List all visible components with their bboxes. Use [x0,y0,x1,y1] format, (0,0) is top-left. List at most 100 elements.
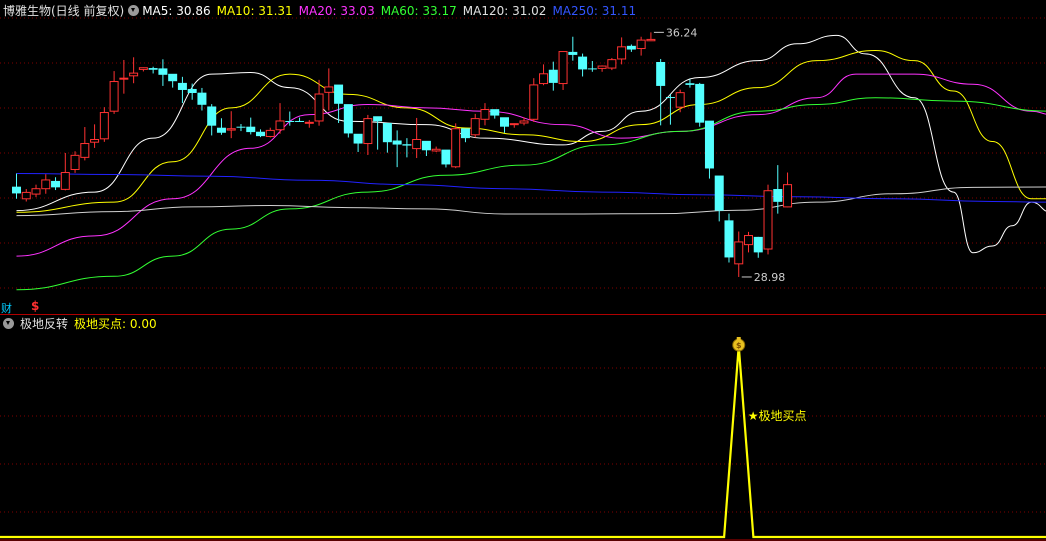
candle-body [617,46,627,60]
candle-body [500,117,509,127]
candle [763,184,773,255]
indicator-value: 极地买点: 0.00 [74,317,157,331]
ma5-line [16,34,1046,254]
indicator-line [0,345,1046,539]
candle-body [431,148,441,152]
candle-body [148,68,158,70]
candle [626,44,636,52]
candle-body [265,129,275,137]
candle-body [158,68,168,75]
dropdown-icon[interactable] [128,5,140,16]
candle-body [138,67,148,70]
stock-chart: 36.24 28.98 $ ★极地买点 [0,17,1046,541]
ma10-label: MA10: 31.31 [216,4,293,18]
candle [99,107,109,142]
candle-body [334,84,344,104]
candle-body [168,73,178,82]
candle [246,117,256,135]
candle [304,119,314,128]
candle [412,117,422,159]
candle [402,138,412,158]
candle-body [539,73,549,85]
candle [187,83,197,100]
candle-body [177,82,187,90]
candle [568,36,578,61]
candle-body [773,189,783,202]
moving-average-lines [16,34,1046,291]
candle-body [578,56,588,70]
candle [441,149,451,168]
candle [744,231,753,253]
stock-title[interactable]: 博雅生物(日线 前复权) [3,4,124,18]
ma5-label: MA5: 30.86 [142,4,211,18]
candle [21,189,31,202]
candle-body [207,106,217,126]
candle [656,58,666,126]
ma60-label: MA60: 33.17 [380,4,457,18]
candle [460,128,470,143]
ma250-label: MA250: 31.11 [552,4,637,18]
candle-body [216,127,226,133]
candle-body [587,68,597,70]
candlesticks[interactable] [12,32,793,277]
candle [617,37,627,65]
candle [548,61,558,91]
candle [724,213,734,263]
ma120-label: MA120: 31.02 [462,4,547,18]
candle-body [353,133,363,144]
candle [31,184,41,198]
candle-body [519,120,529,124]
candle [704,120,714,179]
indicator-header: 极地反转 极地买点: 0.00 [3,316,163,332]
candle-body [421,140,431,151]
finance-marker[interactable]: 财 [1,300,12,316]
candle-body [314,93,324,122]
candle [783,172,793,208]
candle-body [70,154,80,170]
candle [695,82,705,127]
candle-body [129,72,139,77]
candle [207,104,217,136]
candle [665,94,675,125]
candle-body [21,191,31,200]
candle [295,117,305,122]
candle-body [187,88,197,93]
candle [753,236,763,258]
candle [148,66,158,74]
candle-body [119,77,129,80]
candle-body [548,69,558,83]
candle [646,32,656,42]
candle [334,84,344,123]
candle [236,124,246,132]
candle [138,67,148,72]
candle-body [665,97,675,99]
dividend-marker-icon[interactable]: $ [31,299,39,313]
signal-label: ★极地买点 [748,409,807,423]
indicator-name[interactable]: 极地反转 [20,317,68,331]
candle [597,65,607,72]
candle-body [636,39,646,50]
candle-body [412,139,422,150]
candle [480,103,490,126]
candle [226,111,236,139]
candle [129,57,139,84]
ma20-label: MA20: 33.03 [298,4,375,18]
candle-body [675,92,685,108]
candle-body [763,190,773,250]
high-price-label: 36.24 [666,26,698,39]
candle [197,87,207,111]
indicator-dropdown-icon[interactable] [3,318,14,329]
candle [607,57,617,71]
candle-body [295,120,305,122]
candle-body [783,184,793,208]
candle-body [656,62,666,86]
candle [60,152,70,191]
candle-body [197,92,207,105]
candle-body [363,118,373,145]
candle-body [60,172,70,190]
candle [119,59,129,94]
candle-body [31,188,41,195]
candle [353,133,363,152]
candle-body [402,144,412,146]
candle-body [275,120,285,131]
